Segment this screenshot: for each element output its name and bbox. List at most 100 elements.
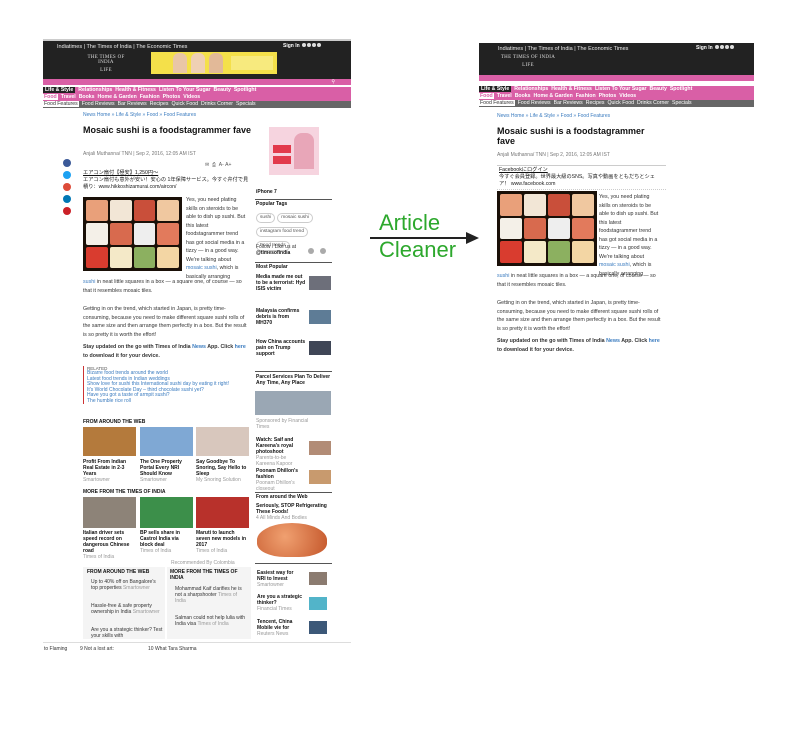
nav-item-life-style[interactable]: Life & Style bbox=[479, 86, 512, 92]
nav-item-quick-food[interactable]: Quick Food bbox=[172, 101, 199, 107]
from-web-item-2[interactable]: The One Property Portal Every NRI Should… bbox=[140, 459, 193, 483]
nav-item-spotlight[interactable]: Spotlight bbox=[670, 86, 692, 92]
nav-item-bar-reviews[interactable]: Bar Reviews bbox=[554, 100, 583, 106]
nav-item-beauty[interactable]: Beauty bbox=[214, 87, 231, 93]
popular-item[interactable]: Media made me out to be a terrorist: Hyd… bbox=[256, 274, 306, 292]
nav-item-videos[interactable]: Videos bbox=[619, 93, 636, 99]
tag-mosaic-sushi[interactable]: mosaic sushi bbox=[277, 213, 313, 223]
bottom-col-web-item[interactable]: Up to 40% off on Bangalore's top propert… bbox=[91, 579, 163, 591]
nav-item-food-reviews[interactable]: Food Reviews bbox=[518, 100, 551, 106]
more-toi-item-3[interactable]: Maruti to launch seven new models in 201… bbox=[196, 530, 249, 554]
text-ad[interactable]: エアコン扇付【極安】1,250円～ エアコン扇付も意外が安い！安心の 1年保障サ… bbox=[83, 170, 251, 191]
nav-item-life-style[interactable]: Life & Style bbox=[43, 87, 76, 93]
sushi-link[interactable]: sushi bbox=[497, 273, 509, 279]
popular-thumb[interactable] bbox=[309, 276, 331, 290]
sushi-link[interactable]: sushi bbox=[83, 279, 95, 285]
pinterest-icon[interactable] bbox=[63, 207, 71, 215]
nav-item-food-features[interactable]: Food Features bbox=[43, 101, 79, 107]
site-logo[interactable]: THE TIMES OF INDIA LIFE bbox=[81, 55, 131, 73]
poonam-thumb[interactable] bbox=[309, 470, 331, 484]
nav-item-home-garden[interactable]: Home & Garden bbox=[534, 93, 573, 99]
nav-item-photos[interactable]: Photos bbox=[163, 94, 181, 100]
header-banner-ad[interactable] bbox=[151, 52, 277, 74]
nav-item-relationships[interactable]: Relationships bbox=[514, 86, 548, 92]
site-logo[interactable]: THE TIMES OF INDIA LIFE bbox=[498, 55, 558, 68]
related-link[interactable]: The humble rice roll bbox=[87, 398, 253, 405]
nav-item-home-garden[interactable]: Home & Garden bbox=[98, 94, 137, 100]
download-here-link[interactable]: here bbox=[235, 344, 246, 350]
popular-thumb[interactable] bbox=[309, 341, 331, 355]
ticker-item[interactable]: to Flaming bbox=[44, 646, 67, 652]
text-ad[interactable]: Facebookにログイン 今すぐ会員登録。世界最大級のSNS。写真や動画をとも… bbox=[497, 165, 666, 190]
nav-item-health[interactable]: Health & Fitness bbox=[551, 86, 592, 92]
drone-photo[interactable] bbox=[255, 391, 331, 415]
sidebar-iphone[interactable]: iPhone 7 bbox=[256, 189, 277, 195]
from-web-item-1[interactable]: Profit From Indian Real Estate in 2-3 Ye… bbox=[83, 459, 136, 483]
nav-item-relationships[interactable]: Relationships bbox=[78, 87, 112, 93]
more-toi-item-1[interactable]: Italian driver sets speed record on dang… bbox=[83, 530, 137, 560]
nav-item-health[interactable]: Health & Fitness bbox=[115, 87, 156, 93]
more-toi-thumb-2[interactable] bbox=[140, 497, 193, 528]
watch-item[interactable]: Watch: Saif and Kareena's royal photosho… bbox=[256, 437, 304, 467]
popular-thumb[interactable] bbox=[309, 310, 331, 324]
nav-item-travel[interactable]: Travel bbox=[497, 93, 512, 99]
download-here-link[interactable]: here bbox=[649, 338, 660, 344]
easiest-item[interactable]: Easiest way for NRI to Invest Smartowner bbox=[257, 570, 303, 588]
twitter-icon[interactable] bbox=[63, 171, 71, 179]
news-app-link[interactable]: News bbox=[192, 344, 206, 350]
nav-item-quick-food[interactable]: Quick Food bbox=[608, 100, 635, 106]
nav-item-photos[interactable]: Photos bbox=[599, 93, 617, 99]
tag-sushi[interactable]: sushi bbox=[256, 213, 276, 223]
nav-item-books[interactable]: Books bbox=[515, 93, 531, 99]
mosaic-sushi-link[interactable]: mosaic sushi bbox=[186, 265, 217, 271]
signin-link[interactable]: Sign In bbox=[283, 43, 322, 49]
facebook-follow-icon[interactable] bbox=[320, 248, 326, 254]
header-links[interactable]: Indiatimes | The Times of India | The Ec… bbox=[498, 46, 628, 52]
email-icon[interactable]: ✉ bbox=[205, 162, 209, 168]
more-toi-thumb-3[interactable] bbox=[196, 497, 249, 528]
ticker-item[interactable]: 9 Not a lost art: bbox=[80, 646, 114, 652]
strategic-thumb[interactable] bbox=[309, 597, 327, 610]
nav-item-recipes[interactable]: Recipes bbox=[150, 101, 169, 107]
from-web-thumb-3[interactable] bbox=[196, 427, 249, 456]
font-decrease-icon[interactable]: A- bbox=[219, 162, 224, 168]
from-web-thumb-1[interactable] bbox=[83, 427, 136, 456]
nav-item-food-features[interactable]: Food Features bbox=[479, 100, 515, 106]
nav-item-videos[interactable]: Videos bbox=[183, 94, 200, 100]
nav-item-fashion[interactable]: Fashion bbox=[140, 94, 160, 100]
facebook-icon[interactable] bbox=[63, 159, 71, 167]
linkedin-icon[interactable] bbox=[63, 195, 71, 203]
seriously-item[interactable]: Seriously, STOP Refrigerating These Food… bbox=[256, 503, 332, 521]
nav-item-specials[interactable]: Specials bbox=[672, 100, 692, 106]
tag-instagram-food-trend[interactable]: instagram food trend bbox=[256, 227, 308, 237]
tencent-thumb[interactable] bbox=[309, 621, 327, 634]
tencent-item[interactable]: Tencent, China Mobile vie for Reuters New… bbox=[257, 619, 307, 637]
strategic-item[interactable]: Are you a strategic thinker? Financial Ti… bbox=[257, 594, 307, 612]
nav-item-books[interactable]: Books bbox=[79, 94, 95, 100]
news-app-link[interactable]: News bbox=[606, 338, 620, 344]
nav-item-beauty[interactable]: Beauty bbox=[650, 86, 667, 92]
more-toi-item-2[interactable]: BP sells share in Castrol India via bloc… bbox=[140, 530, 193, 554]
nav-item-food-reviews[interactable]: Food Reviews bbox=[82, 101, 115, 107]
onion-photo[interactable] bbox=[257, 523, 327, 557]
nav-item-food[interactable]: Food bbox=[43, 94, 58, 100]
nav-item-drinks-corner[interactable]: Drinks Corner bbox=[201, 101, 233, 107]
search-icon[interactable]: ⚲ bbox=[331, 79, 335, 85]
more-toi-thumb-1[interactable] bbox=[83, 497, 136, 528]
mosaic-sushi-link[interactable]: mosaic sushi bbox=[599, 262, 630, 268]
watch-thumb[interactable] bbox=[309, 441, 331, 455]
parcel-item[interactable]: Parcel Services Plan To Deliver Any Time… bbox=[256, 374, 332, 386]
popular-item[interactable]: How China accounts pain on Trump support bbox=[256, 339, 306, 357]
nav-item-sugar[interactable]: Listen To Your Sugar bbox=[159, 87, 211, 93]
nav-item-drinks-corner[interactable]: Drinks Corner bbox=[637, 100, 669, 106]
twitter-handle[interactable]: @timesofindia bbox=[256, 250, 290, 256]
nav-item-travel[interactable]: Travel bbox=[61, 94, 76, 100]
easiest-thumb[interactable] bbox=[309, 572, 327, 585]
print-icon[interactable]: ⎙ bbox=[212, 162, 216, 168]
breadcrumb[interactable]: News Home » Life & Style » Food » Food F… bbox=[83, 112, 196, 118]
from-web-item-3[interactable]: Say Goodbye To Snoring, Say Hello to Sle… bbox=[196, 459, 249, 483]
nav-item-fashion[interactable]: Fashion bbox=[576, 93, 596, 99]
nav-item-sugar[interactable]: Listen To Your Sugar bbox=[595, 86, 647, 92]
nav-item-bar-reviews[interactable]: Bar Reviews bbox=[118, 101, 147, 107]
ticker-item[interactable]: 10 What Tara Sharma bbox=[148, 646, 197, 652]
